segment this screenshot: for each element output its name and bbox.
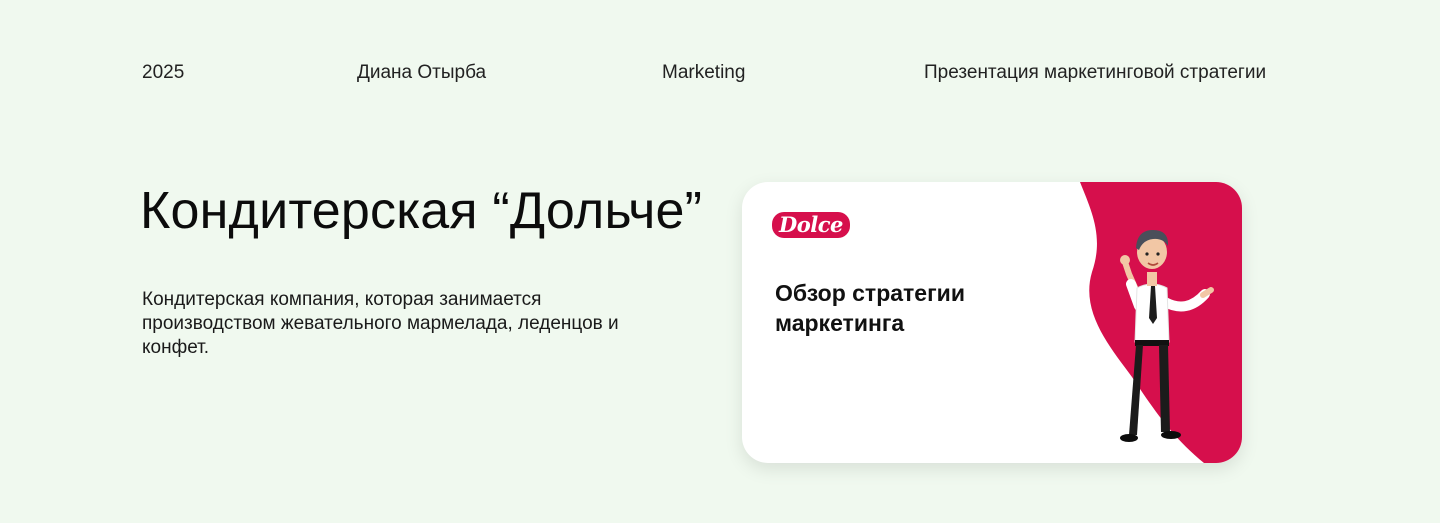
- meta-author: Диана Отырба: [357, 62, 487, 83]
- meta-subject: Презентация маркетинговой стратегии: [924, 62, 1267, 83]
- businessman-illustration: [1120, 230, 1214, 442]
- presentation-preview-card[interactable]: Dolce Обзор стратегии маркетинга: [742, 182, 1242, 463]
- page-title: Кондитерская “Дольче”: [140, 182, 703, 240]
- card-title: Обзор стратегии маркетинга: [775, 280, 965, 336]
- dolce-logo: Dolce: [772, 212, 850, 238]
- meta-category: Marketing: [662, 62, 746, 83]
- page-description: Кондитерская компания, которая занимаетс…: [142, 289, 619, 358]
- meta-year: 2025: [142, 62, 185, 83]
